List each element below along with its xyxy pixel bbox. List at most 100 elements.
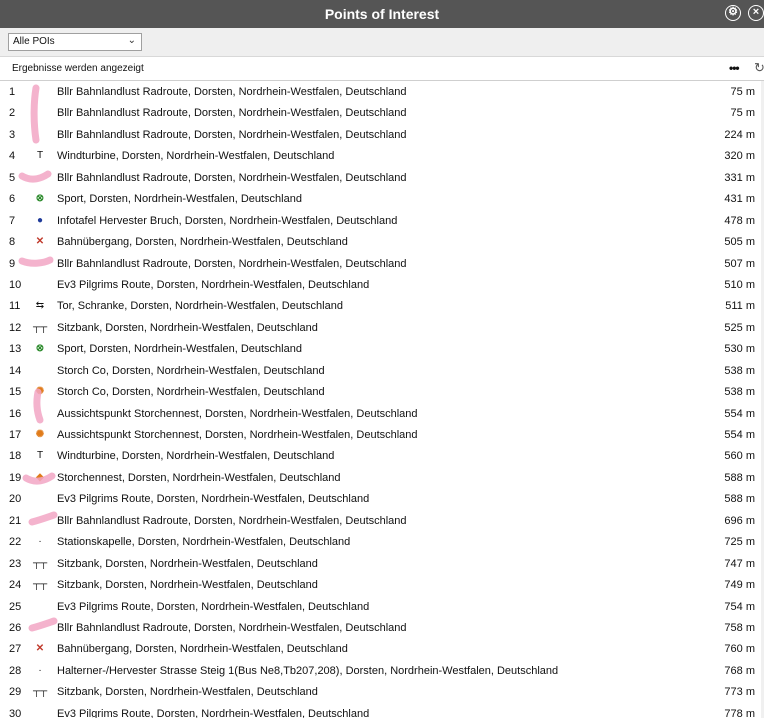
row-number: 3 — [9, 128, 16, 141]
point-icon: ◆ — [36, 471, 44, 483]
list-item[interactable]: 10 Ev3 Pilgrims Route, Dorsten, Nordrhein… — [0, 274, 764, 295]
close-icon[interactable]: × — [748, 5, 764, 21]
more-options-icon[interactable]: ••• — [729, 61, 740, 75]
status-text: Ergebnisse werden angezeigt — [12, 63, 144, 74]
poi-name: Sport, Dorsten, Nordrhein-Westfalen, Deu… — [57, 193, 302, 206]
poi-name: Windturbine, Dorsten, Nordrhein-Westfale… — [57, 450, 335, 463]
list-item[interactable]: 3 Bllr Bahnlandlust Radroute, Dorsten, No… — [0, 124, 764, 145]
list-item[interactable]: 14 Storch Co, Dorsten, Nordrhein-Westfale… — [0, 360, 764, 381]
poi-name: Bllr Bahnlandlust Radroute, Dorsten, Nor… — [57, 86, 407, 98]
list-item[interactable]: 5 Bllr Bahnlandlust Radroute, Dorsten, No… — [0, 167, 764, 188]
poi-name: Storchennest, Dorsten, Nordrhein-Westfal… — [57, 471, 341, 484]
list-item[interactable]: 29 ┬┬ Sitzbank, Dorsten, Nordrhein-Westfal… — [0, 681, 764, 702]
dot-icon: · — [38, 664, 42, 676]
viewpoint-icon: ✺ — [35, 386, 45, 398]
list-item[interactable]: 19 ◆ Storchennest, Dorsten, Nordrhein-West… — [0, 467, 764, 488]
poi-distance: 530 m — [724, 343, 755, 356]
poi-distance: 525 m — [724, 321, 755, 334]
poi-distance: 747 m — [724, 557, 755, 570]
row-number: 7 — [9, 214, 16, 227]
poi-name: Bllr Bahnlandlust Radroute, Dorsten, Nor… — [57, 514, 407, 527]
row-number: 6 — [9, 193, 16, 206]
row-number: 17 — [9, 429, 22, 441]
poi-name: Bllr Bahnlandlust Radroute, Dorsten, Nor… — [57, 128, 407, 141]
row-number: 23 — [9, 557, 22, 570]
list-item[interactable]: 11 ⇆ Tor, Schranke, Dorsten, Nordrhein-Wes… — [0, 295, 764, 316]
list-item[interactable]: 28 · Halterner-/Hervester Strasse Steig 1(… — [0, 660, 764, 681]
list-item[interactable]: 22 · Stationskapelle, Dorsten, Nordrhein-W… — [0, 531, 764, 552]
row-number: 1 — [9, 86, 16, 98]
list-item[interactable]: 18 T Windturbine, Dorsten, Nordrhein-Westf… — [0, 445, 764, 466]
row-number: 15 — [9, 386, 22, 399]
railway-crossing-icon: ✕ — [35, 643, 45, 655]
row-number: 14 — [9, 364, 22, 377]
list-item[interactable]: 21 Bllr Bahnlandlust Radroute, Dorsten, N… — [0, 510, 764, 531]
poi-name: Bllr Bahnlandlust Radroute, Dorsten, Nor… — [57, 171, 407, 184]
poi-filter-select[interactable]: Alle POIs ⌄ — [8, 33, 142, 51]
list-item[interactable]: 26 Bllr Bahnlandlust Radroute, Dorsten, N… — [0, 617, 764, 638]
poi-name: Storch Co, Dorsten, Nordrhein-Westfalen,… — [57, 386, 325, 399]
row-number: 20 — [9, 493, 22, 506]
poi-name: Ev3 Pilgrims Route, Dorsten, Nordrhein-W… — [57, 493, 370, 506]
poi-name: Ev3 Pilgrims Route, Dorsten, Nordrhein-W… — [57, 600, 370, 613]
poi-distance: 511 m — [725, 300, 755, 313]
list-item[interactable]: 9 Bllr Bahnlandlust Radroute, Dorsten, No… — [0, 253, 764, 274]
poi-distance: 696 m — [724, 514, 755, 527]
poi-distance: 507 m — [724, 257, 755, 270]
poi-distance: 224 m — [724, 128, 755, 141]
poi-distance: 778 m — [724, 707, 755, 718]
railway-crossing-icon: ✕ — [35, 236, 45, 248]
list-item[interactable]: 7 ● Infotafel Hervester Bruch, Dorsten, No… — [0, 210, 764, 231]
row-number: 21 — [9, 514, 22, 527]
poi-name: Stationskapelle, Dorsten, Nordrhein-West… — [57, 536, 351, 549]
poi-distance: 560 m — [724, 450, 755, 463]
poi-distance: 75 m — [730, 86, 755, 98]
poi-name: Bahnübergang, Dorsten, Nordrhein-Westfal… — [57, 236, 348, 249]
list-item[interactable]: 1 Bllr Bahnlandlust Radroute, Dorsten, No… — [0, 81, 764, 102]
bench-icon: ┬┬ — [33, 557, 48, 569]
list-item[interactable]: 23 ┬┬ Sitzbank, Dorsten, Nordrhein-Westfal… — [0, 553, 764, 574]
row-number: 12 — [9, 321, 22, 334]
list-item[interactable]: 16 Aussichtspunkt Storchennest, Dorsten, … — [0, 403, 764, 424]
list-item[interactable]: 2 Bllr Bahnlandlust Radroute, Dorsten, No… — [0, 102, 764, 123]
poi-filter-value: Alle POIs — [13, 36, 55, 47]
bench-icon: ┬┬ — [33, 686, 48, 698]
poi-distance: 505 m — [724, 236, 755, 249]
poi-name: Bllr Bahnlandlust Radroute, Dorsten, Nor… — [57, 107, 407, 120]
row-number: 16 — [9, 407, 22, 420]
poi-name: Bllr Bahnlandlust Radroute, Dorsten, Nor… — [57, 621, 407, 634]
row-number: 5 — [9, 171, 16, 184]
list-item[interactable]: 20 Ev3 Pilgrims Route, Dorsten, Nordrhein… — [0, 488, 764, 509]
list-item[interactable]: 13 ⊗ Sport, Dorsten, Nordrhein-Westfalen, … — [0, 338, 764, 359]
list-item[interactable]: 30 Ev3 Pilgrims Route, Dorsten, Nordrhein… — [0, 703, 764, 718]
list-item[interactable]: 27 ✕ Bahnübergang, Dorsten, Nordrhein-West… — [0, 638, 764, 659]
refresh-icon[interactable]: ↻ — [754, 60, 764, 76]
poi-name: Sitzbank, Dorsten, Nordrhein-Westfalen, … — [57, 557, 318, 570]
poi-distance: 510 m — [724, 278, 755, 291]
row-number: 26 — [9, 621, 22, 634]
list-item[interactable]: 15 ✺ Storch Co, Dorsten, Nordrhein-Westfal… — [0, 381, 764, 402]
gear-icon[interactable]: ⚙ — [725, 5, 741, 21]
wind-turbine-icon: T — [36, 150, 44, 162]
poi-distance: 554 m — [724, 429, 755, 441]
row-number: 22 — [9, 536, 22, 549]
list-item[interactable]: 25 Ev3 Pilgrims Route, Dorsten, Nordrhein… — [0, 596, 764, 617]
list-item[interactable]: 8 ✕ Bahnübergang, Dorsten, Nordrhein-Westf… — [0, 231, 764, 252]
poi-distance: 758 m — [724, 621, 755, 634]
row-number: 2 — [9, 107, 16, 120]
row-number: 25 — [9, 600, 22, 613]
poi-distance: 749 m — [724, 579, 755, 592]
bench-icon: ┬┬ — [33, 321, 48, 333]
poi-name: Halterner-/Hervester Strasse Steig 1(Bus… — [57, 664, 559, 677]
list-item[interactable]: 24 ┬┬ Sitzbank, Dorsten, Nordrhein-Westfal… — [0, 574, 764, 595]
poi-distance: 760 m — [724, 643, 755, 656]
list-item[interactable]: 17 ✺ Aussichtspunkt Storchennest, Dorsten,… — [0, 424, 764, 445]
list-item[interactable]: 12 ┬┬ Sitzbank, Dorsten, Nordrhein-Westfal… — [0, 317, 764, 338]
filter-toolbar: Alle POIs ⌄ — [0, 28, 764, 57]
list-item[interactable]: 6 ⊗ Sport, Dorsten, Nordrhein-Westfalen, D… — [0, 188, 764, 209]
list-item[interactable]: 4 T Windturbine, Dorsten, Nordrhein-Westfa… — [0, 145, 764, 166]
poi-name: Windturbine, Dorsten, Nordrhein-Westfale… — [57, 150, 335, 163]
row-number: 11 — [9, 300, 21, 313]
poi-name: Bllr Bahnlandlust Radroute, Dorsten, Nor… — [57, 257, 407, 270]
row-number: 28 — [9, 664, 22, 677]
